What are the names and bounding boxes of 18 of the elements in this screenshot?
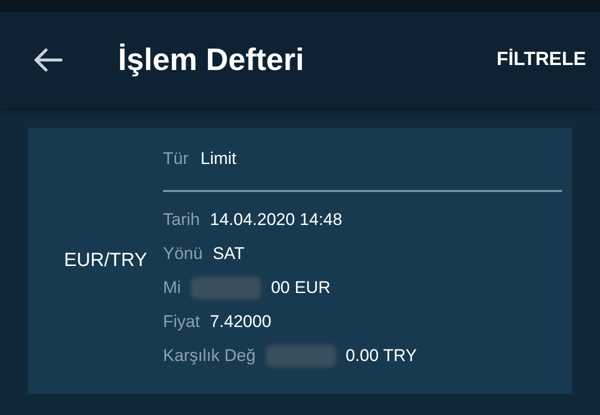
field-label: Mi (163, 277, 181, 300)
currency-pair: EUR/TRY (64, 248, 148, 273)
field-label: Yönü (163, 243, 203, 266)
field-value: SAT (212, 243, 245, 266)
blur-overlay (190, 277, 261, 299)
field-label: Karşılık Değ (163, 345, 256, 368)
field-value: 7.42000 (210, 311, 272, 334)
field-label: Tür (163, 148, 188, 170)
field-value: Limit (200, 148, 236, 170)
field-label: Fiyat (163, 311, 200, 334)
blur-overlay (266, 345, 336, 367)
field-value: 0.00 TRY (346, 345, 417, 368)
field-value: 14.04.2020 14:48 (210, 209, 342, 232)
back-arrow-icon (33, 47, 63, 73)
filter-button[interactable]: FİLTRELE (496, 46, 586, 74)
page-title: İşlem Defteri (118, 40, 304, 79)
field-value: 00 EUR (270, 277, 330, 300)
field-label: Tarih (163, 209, 200, 232)
